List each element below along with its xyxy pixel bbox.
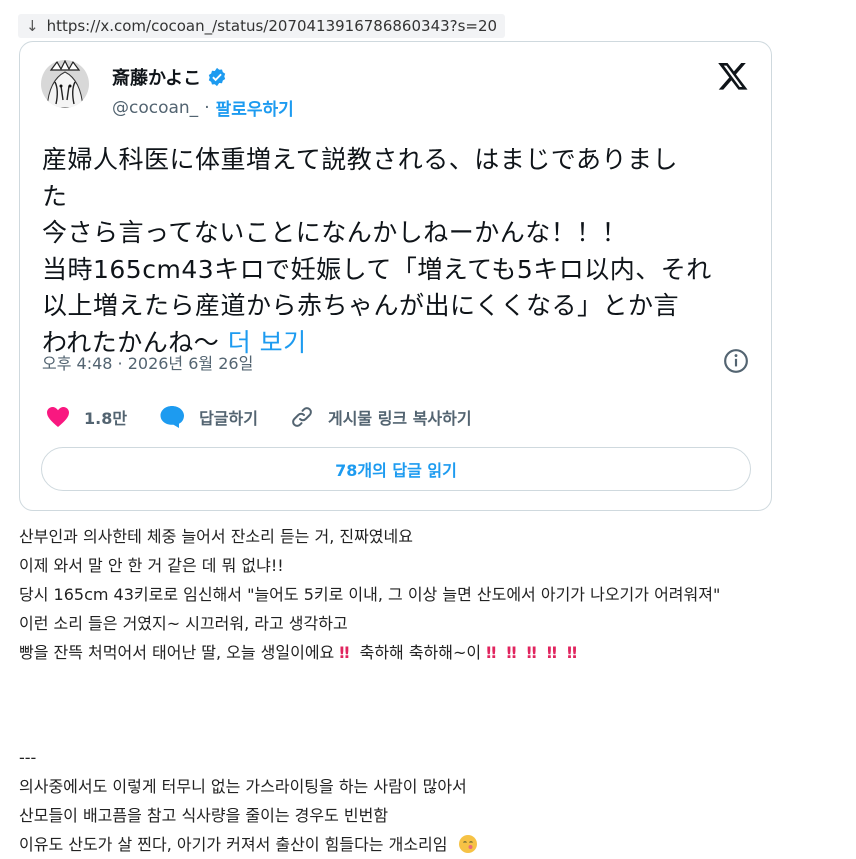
double-exclamation-icon: ‼ (486, 643, 497, 662)
info-icon[interactable] (723, 348, 749, 374)
body-line-last: 이유도 산도가 살 찐다, 아기가 커져서 출산이 힘들다는 개소리임 (19, 830, 720, 859)
tweet-line: 今さら言ってないことになんかしねーかんな！！！ (42, 218, 628, 247)
double-exclamation-icon: ‼ (546, 643, 557, 662)
author-name[interactable]: 斎藤かよこ (112, 64, 201, 90)
body-line: 산부인과 의사한테 체중 늘어서 잔소리 듣는 거, 진짜였네요 (19, 527, 413, 546)
down-arrow-icon: ↓ (26, 17, 39, 35)
double-exclamation-icon: ‼ (506, 643, 517, 662)
like-count: 1.8만 (84, 409, 128, 428)
body-line: 이제 와서 말 안 한 거 같은 데 뭐 없냐!! (19, 556, 284, 575)
link-icon (292, 407, 312, 427)
timestamp[interactable]: 오후 4:48 · 2026년 6월 26일 (42, 350, 253, 374)
body-line: 산모들이 배고픔을 참고 식사량을 줄이는 경우도 빈번함 (19, 806, 389, 825)
face-emoji-icon (458, 835, 477, 853)
tweet-text: 産婦人科医に体重増えて説教される、はまじでありまし た 今さら言ってないことにな… (42, 142, 762, 361)
author-handle[interactable]: @cocoan_ (112, 98, 198, 118)
double-exclamation-icon: ‼ (339, 643, 350, 662)
verified-badge-icon (208, 67, 226, 87)
tweet-line: 当時165cm43キロで妊娠して「増えても5キロ以内、それ (42, 254, 712, 284)
post-body: 산부인과 의사한테 체중 늘어서 잔소리 듣는 거, 진짜였네요 이제 와서 말… (19, 522, 720, 859)
tweet-line: 産婦人科医に体重増えて説教される、はまじでありまし (42, 145, 679, 174)
dot-separator: · (204, 97, 210, 118)
avatar[interactable] (41, 60, 89, 108)
like-button[interactable]: 1.8만 (46, 405, 127, 429)
body-line: 의사중에서도 이렇게 터무니 없는 가스라이팅을 하는 사람이 많아서 (19, 777, 467, 796)
x-logo-icon[interactable] (717, 60, 749, 92)
reply-button[interactable]: 답글하기 (159, 405, 258, 429)
copy-link-label: 게시물 링크 복사하기 (327, 409, 472, 428)
url-bar[interactable]: ↓ https://x.com/cocoan_/status/207041391… (18, 14, 506, 38)
birthday-line: 빵을 잔뜩 처먹어서 태어난 딸, 오늘 생일이에요 ‼ 축하해 축하해~이 ‼… (19, 643, 578, 662)
heart-icon (47, 407, 69, 427)
copy-link-button[interactable]: 게시물 링크 복사하기 (290, 405, 472, 429)
body-line: 이런 소리 들은 거였지~ 시끄러워, 라고 생각하고 (19, 614, 348, 633)
tweet-card[interactable]: 斎藤かよこ @cocoan_ · 팔로우하기 産婦人科医に体重増えて説教される、… (19, 41, 772, 511)
tweet-line: 以上増えたら産道から赤ちゃんが出にくくなる」とか言 (42, 291, 680, 320)
read-replies-button[interactable]: 78개의 답글 읽기 (41, 447, 751, 491)
double-exclamation-icon: ‼ (526, 643, 537, 662)
speech-bubble-icon (160, 406, 185, 428)
body-line: 당시 165cm 43키로로 임신해서 "늘어도 5키로 이내, 그 이상 늘면… (19, 585, 721, 604)
double-exclamation-icon: ‼ (567, 643, 578, 662)
tweet-line: た (42, 181, 68, 211)
url-text[interactable]: https://x.com/cocoan_/status/20704139167… (47, 17, 498, 35)
follow-button[interactable]: 팔로우하기 (216, 95, 294, 120)
separator-text: --- (19, 748, 37, 767)
reply-label: 답글하기 (199, 409, 258, 428)
